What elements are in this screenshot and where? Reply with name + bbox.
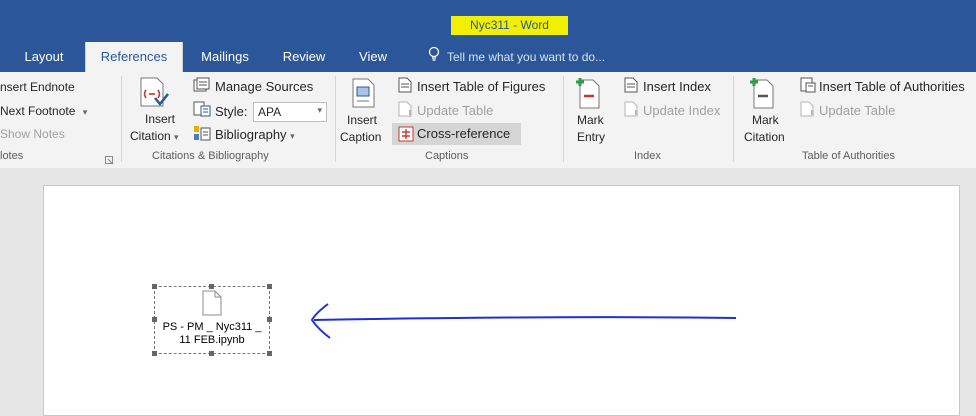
insert-table-of-figures-button[interactable]: Insert Table of Figures (417, 79, 545, 94)
update-table-authorities-button[interactable]: Update Table (819, 103, 895, 118)
tab-view[interactable]: View (350, 42, 396, 72)
insert-caption-icon[interactable] (351, 77, 377, 114)
insert-table-of-authorities-button[interactable]: Insert Table of Authorities (819, 79, 965, 94)
insert-citation-label-2: Citation (130, 129, 171, 143)
resize-handle[interactable] (209, 351, 214, 356)
style-label: Style: (215, 104, 248, 119)
show-notes-button[interactable]: Show Notes (0, 127, 65, 141)
annotation-arrow-icon (310, 303, 737, 339)
insert-caption-label-1[interactable]: Insert (347, 113, 377, 127)
ribbon-references: nsert Endnote Next Footnote ▾ Show Notes… (0, 72, 976, 169)
file-icon (202, 290, 222, 321)
bibliography-button[interactable]: Bibliography ▾ (215, 127, 295, 142)
next-footnote-button[interactable]: Next Footnote ▾ (0, 104, 87, 118)
document-area (0, 168, 976, 416)
cross-reference-label: Cross-reference (417, 126, 511, 141)
cross-reference-button[interactable]: Cross-reference (392, 123, 521, 145)
resize-handle[interactable] (267, 351, 272, 356)
embedded-file-object[interactable]: PS - PM _ Nyc311 _ 11 FEB.ipynb (152, 284, 272, 356)
resize-handle[interactable] (152, 351, 157, 356)
table-of-figures-icon (398, 77, 412, 98)
captions-group-label: Captions (425, 150, 469, 162)
mark-entry-icon[interactable] (574, 76, 602, 115)
update-index-button[interactable]: Update Index (643, 103, 720, 118)
resize-handle[interactable] (152, 284, 157, 289)
chevron-down-icon: ▾ (82, 107, 88, 117)
next-footnote-label: Next Footnote (0, 104, 76, 118)
group-separator (121, 76, 122, 162)
insert-index-icon (624, 77, 638, 98)
group-separator (563, 76, 564, 162)
bibliography-label: Bibliography (215, 127, 287, 142)
insert-caption-label-2[interactable]: Caption (340, 130, 381, 144)
update-index-icon (624, 101, 640, 122)
chevron-down-icon: ▾ (317, 105, 322, 115)
update-table-icon (398, 101, 414, 122)
mark-citation-label-1[interactable]: Mark (752, 113, 779, 127)
table-of-authorities-icon (800, 77, 816, 98)
footnotes-group-label: lotes (0, 150, 24, 162)
title-bar: Nyc311 - Word (0, 0, 976, 42)
tab-mailings[interactable]: Mailings (190, 42, 260, 72)
tab-references[interactable]: References (85, 42, 183, 72)
mark-citation-label-2[interactable]: Citation (744, 130, 785, 144)
embedded-file-name-line1: PS - PM _ Nyc311 _ (162, 321, 262, 333)
style-icon (193, 101, 211, 122)
cross-reference-icon (398, 126, 414, 147)
tab-review[interactable]: Review (276, 42, 332, 72)
mark-entry-label-2[interactable]: Entry (577, 130, 605, 144)
tell-me-placeholder: Tell me what you want to do... (447, 50, 606, 64)
ribbon-tab-bar: Layout References Mailings Review View T… (0, 42, 976, 72)
update-table-authorities-icon (800, 101, 816, 122)
mark-citation-icon[interactable] (748, 76, 776, 115)
insert-endnote-button[interactable]: nsert Endnote (0, 80, 75, 94)
embedded-file-name-line2: 11 FEB.ipynb (179, 334, 245, 346)
manage-sources-icon (193, 77, 211, 98)
insert-citation-icon[interactable] (138, 76, 170, 115)
mark-entry-label-1[interactable]: Mark (577, 113, 604, 127)
update-table-button[interactable]: Update Table (417, 103, 493, 118)
insert-index-button[interactable]: Insert Index (643, 79, 711, 94)
index-group-label: Index (634, 150, 661, 162)
window-title: Nyc311 - Word (451, 16, 568, 35)
citations-group-label: Citations & Bibliography (152, 150, 269, 162)
chevron-down-icon: ▾ (290, 131, 295, 141)
manage-sources-button[interactable]: Manage Sources (215, 79, 313, 94)
resize-handle[interactable] (209, 284, 214, 289)
insert-citation-button[interactable]: Citation ▾ (130, 129, 179, 143)
lightbulb-icon (428, 43, 440, 73)
resize-handle[interactable] (267, 317, 272, 322)
chevron-down-icon: ▾ (174, 132, 179, 142)
style-dropdown[interactable]: APA ▾ (253, 102, 327, 122)
insert-citation-label-1[interactable]: Insert (145, 112, 175, 126)
tab-layout[interactable]: Layout (14, 42, 74, 72)
group-separator (733, 76, 734, 162)
group-separator (335, 76, 336, 162)
authorities-group-label: Table of Authorities (802, 150, 895, 162)
style-dropdown-value: APA (258, 105, 282, 119)
resize-handle[interactable] (267, 284, 272, 289)
resize-handle[interactable] (152, 317, 157, 322)
bibliography-icon (193, 125, 211, 146)
